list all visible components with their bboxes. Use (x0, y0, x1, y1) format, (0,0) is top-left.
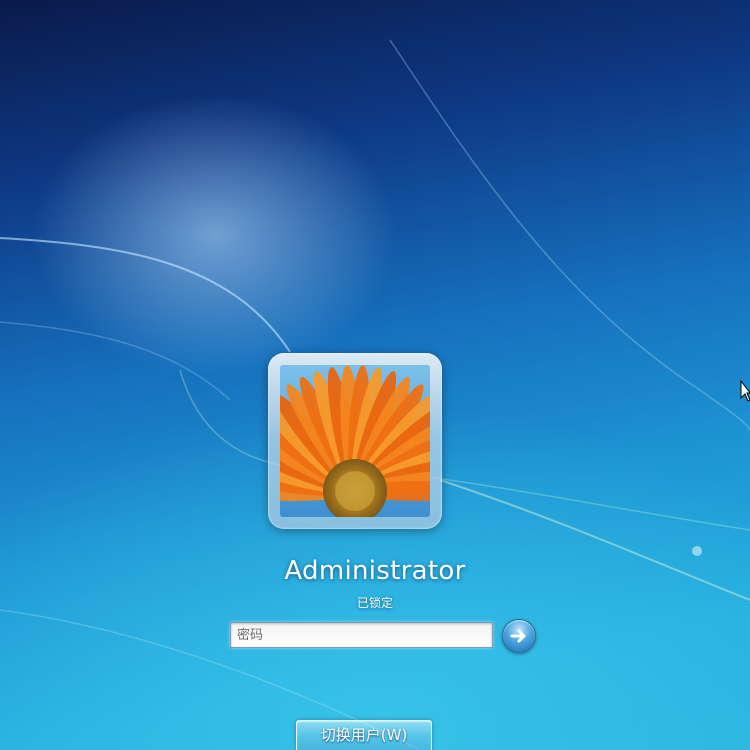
user-avatar-frame (268, 353, 442, 529)
mouse-cursor-icon (740, 380, 750, 402)
switch-user-button[interactable]: 切换用户(W) (296, 720, 432, 750)
arrow-right-icon (510, 629, 526, 643)
user-name: Administrator (284, 556, 466, 586)
lock-status-label: 已锁定 (356, 596, 393, 610)
submit-arrow-button[interactable] (502, 619, 536, 653)
user-avatar (280, 365, 430, 517)
flower-picture (280, 365, 430, 517)
password-input[interactable] (230, 622, 493, 648)
